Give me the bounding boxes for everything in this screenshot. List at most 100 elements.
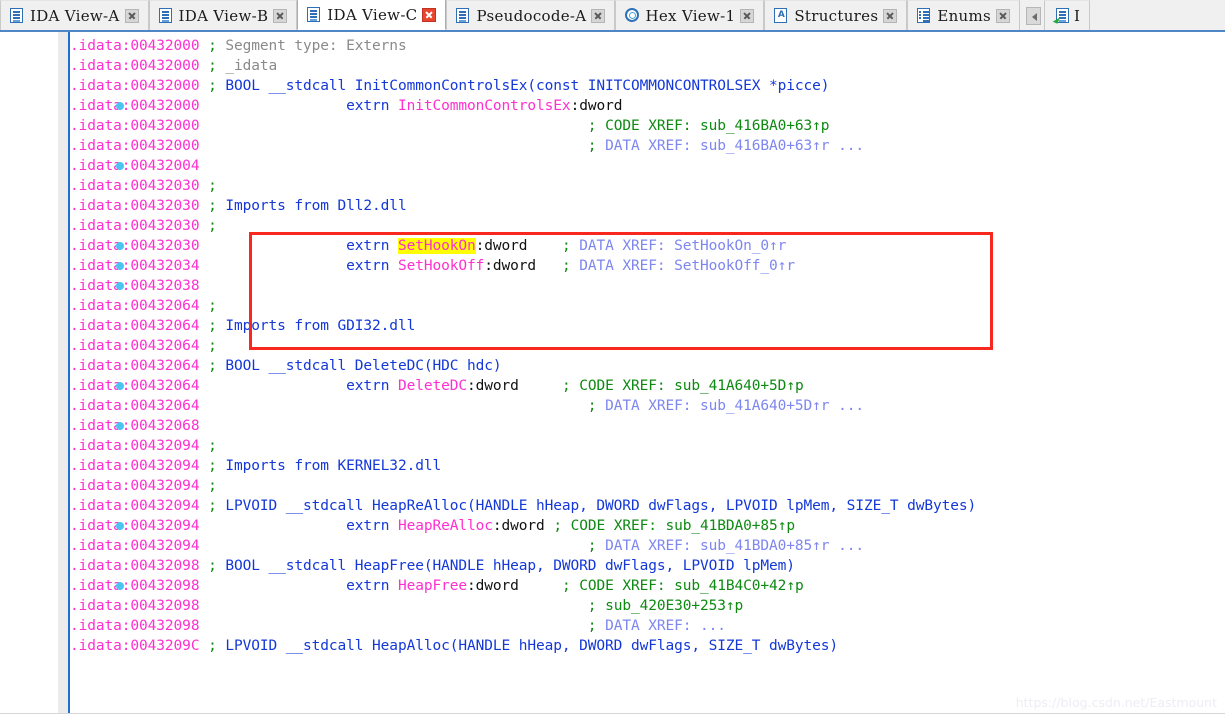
code-line[interactable]: .idata:00432064 ; DATA XREF: sub_41A640+… — [70, 396, 1225, 416]
code-line[interactable]: .idata:0043209C ; LPVOID __stdcall HeapA… — [70, 636, 1225, 656]
line-address: .idata:00432030 — [70, 198, 200, 214]
token-semi: ; — [199, 78, 226, 94]
tab-i[interactable]: I — [1044, 0, 1091, 30]
line-address: .idata:00432098 — [70, 618, 200, 634]
code-line[interactable]: .idata:00432094 ; — [70, 476, 1225, 496]
token-semi: ; — [587, 598, 606, 614]
tab-ida-view-a[interactable]: IDA View-A — [0, 0, 149, 30]
code-line[interactable]: .idata:00432098 ; BOOL __stdcall HeapFre… — [70, 556, 1225, 576]
code-line[interactable]: .idata:00432094 extrn HeapReAlloc:dword … — [70, 516, 1225, 536]
line-address: .idata:00432034 — [70, 258, 200, 274]
line-address: .idata:00432030 — [70, 178, 200, 194]
line-address: .idata:00432094 — [70, 438, 200, 454]
token-proto: LPVOID __stdcall HeapReAlloc(HANDLE hHea… — [225, 498, 977, 514]
code-line[interactable]: .idata:00432000 ; DATA XREF: sub_416BA0+… — [70, 136, 1225, 156]
code-line[interactable]: .idata:00432000 ; _idata — [70, 56, 1225, 76]
code-line[interactable]: .idata:00432034 extrn SetHookOff:dword ;… — [70, 256, 1225, 276]
code-line[interactable]: .idata:00432000 extrn InitCommonControls… — [70, 96, 1225, 116]
code-line[interactable]: .idata:00432064 ; — [70, 296, 1225, 316]
watermark-text: https://blog.csdn.net/Eastmount — [1015, 695, 1217, 710]
code-line[interactable]: .idata:00432004 — [70, 156, 1225, 176]
token-semi: ; — [199, 498, 226, 514]
token-name: InitCommonControlsEx — [397, 98, 571, 114]
tab-hex-view-1[interactable]: Hex View-1 — [615, 0, 765, 30]
code-line[interactable]: .idata:00432098 ; DATA XREF: ... — [70, 616, 1225, 636]
tab-structures[interactable]: Structures — [764, 0, 908, 30]
token-type: :dword — [475, 238, 528, 254]
close-icon[interactable] — [740, 8, 755, 23]
token-semi: ; — [199, 178, 217, 194]
line-address: .idata:00432068 — [70, 418, 200, 434]
token-semi: ; — [199, 558, 226, 574]
line-address: .idata:00432098 — [70, 598, 200, 614]
token-xdata: DATA XREF: sub_41BDA0+85↑r ... — [605, 538, 864, 554]
token-semi: ; — [587, 138, 606, 154]
line-address: .idata:00432064 — [70, 358, 200, 374]
code-line[interactable]: .idata:00432064 ; — [70, 336, 1225, 356]
code-line[interactable]: .idata:00432094 ; DATA XREF: sub_41BDA0+… — [70, 536, 1225, 556]
code-line[interactable]: .idata:00432000 ; Segment type: Externs — [70, 36, 1225, 56]
tab-enums[interactable]: Enums — [907, 0, 1021, 30]
token-xdata: DATA XREF: sub_416BA0+63↑r ... — [605, 138, 864, 154]
code-line[interactable]: .idata:00432030 ; Imports from Dll2.dll — [70, 196, 1225, 216]
close-icon[interactable] — [883, 8, 898, 23]
code-line[interactable]: .idata:00432000 ; CODE XREF: sub_416BA0+… — [70, 116, 1225, 136]
token-kw: extrn — [346, 98, 398, 114]
line-address: .idata:00432064 — [70, 338, 200, 354]
code-line[interactable]: .idata:00432064 ; BOOL __stdcall DeleteD… — [70, 356, 1225, 376]
line-address: .idata:00432094 — [70, 498, 200, 514]
code-line[interactable]: .idata:00432030 ; — [70, 216, 1225, 236]
tab-label: Pseudocode-A — [476, 6, 587, 25]
code-line[interactable]: .idata:00432098 extrn HeapFree:dword ; C… — [70, 576, 1225, 596]
disassembly-view[interactable]: .idata:00432000 ; Segment type: Externs.… — [0, 32, 1225, 713]
token-type: :dword — [570, 98, 623, 114]
code-line[interactable]: .idata:00432000 ; BOOL __stdcall InitCom… — [70, 76, 1225, 96]
close-icon[interactable] — [591, 8, 606, 23]
token-semi: ; — [199, 218, 217, 234]
close-icon[interactable] — [124, 8, 139, 23]
close-icon[interactable] — [273, 8, 288, 23]
token-semi: ; — [199, 478, 217, 494]
code-line[interactable]: .idata:00432030 ; — [70, 176, 1225, 196]
code-line[interactable]: .idata:00432094 ; — [70, 436, 1225, 456]
close-icon[interactable] — [996, 8, 1011, 23]
tab-ida-view-b[interactable]: IDA View-B — [148, 0, 298, 30]
code-lines[interactable]: .idata:00432000 ; Segment type: Externs.… — [70, 36, 1225, 713]
line-address: .idata:00432000 — [70, 78, 200, 94]
line-address: .idata:00432030 — [70, 238, 200, 254]
code-line[interactable]: .idata:00432064 extrn DeleteDC:dword ; C… — [70, 376, 1225, 396]
token-semi: ; — [199, 198, 226, 214]
token-semi: ; — [561, 238, 580, 254]
tab-pseudocode-a[interactable]: Pseudocode-A — [446, 0, 616, 30]
token-type: :dword — [467, 578, 519, 594]
line-address: .idata:00432030 — [70, 218, 200, 234]
structures-icon — [774, 8, 789, 23]
line-address: .idata:00432094 — [70, 478, 200, 494]
line-address: .idata:00432000 — [70, 118, 200, 134]
code-line[interactable]: .idata:00432094 ; LPVOID __stdcall HeapR… — [70, 496, 1225, 516]
code-line[interactable]: .idata:00432064 ; Imports from GDI32.dll — [70, 316, 1225, 336]
line-address: .idata:00432038 — [70, 278, 200, 294]
code-line[interactable]: .idata:00432038 — [70, 276, 1225, 296]
xref-bullet-icon — [116, 522, 124, 530]
code-line[interactable]: .idata:00432094 ; Imports from KERNEL32.… — [70, 456, 1225, 476]
token-cmt: _idata — [225, 58, 278, 74]
code-line[interactable]: .idata:00432068 — [70, 416, 1225, 436]
token-semi: ; — [199, 298, 217, 314]
tab-ida-view-c[interactable]: IDA View-C — [297, 0, 447, 30]
tab-scroll-left-button[interactable] — [1026, 7, 1042, 25]
close-icon[interactable] — [422, 7, 437, 22]
token-kw: extrn — [346, 258, 398, 274]
xref-bullet-icon — [116, 242, 124, 250]
line-address: .idata:00432004 — [70, 158, 200, 174]
token-xcode: sub_420E30+253↑p — [605, 598, 744, 614]
code-line[interactable]: .idata:00432030 extrn SetHookOn:dword ; … — [70, 236, 1225, 256]
tab-bar[interactable]: IDA View-A IDA View-B IDA View-C Pseudocode… — [0, 0, 1225, 32]
line-address: .idata:00432098 — [70, 558, 200, 574]
code-line[interactable]: .idata:00432098 ; sub_420E30+253↑p — [70, 596, 1225, 616]
